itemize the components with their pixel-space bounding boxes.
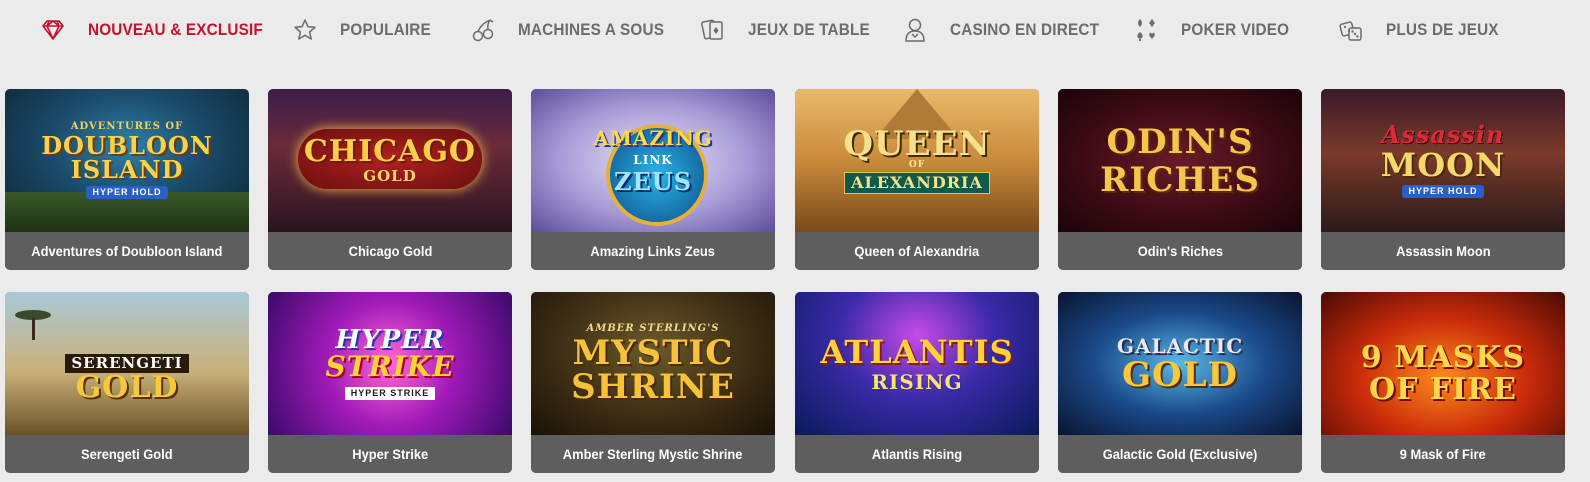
game-tile-serengeti-gold[interactable]: SERENGETI GOLD Serengeti Gold	[5, 292, 249, 473]
game-logo-text: RICHES	[1100, 159, 1260, 200]
game-logo-text: Assassin	[1381, 120, 1505, 149]
game-title: Galactic Gold (Exclusive)	[1058, 435, 1302, 473]
game-logo-text: GOLD	[363, 167, 417, 185]
game-logo-text: ALEXANDRIA	[844, 172, 990, 194]
game-tile-hyper-strike[interactable]: HYPER STRIKE HYPER STRIKE Hyper Strike	[268, 292, 512, 473]
game-thumbnail: AMBER STERLING'S MYSTIC SHRINE	[531, 292, 775, 435]
game-logo-text: ZEUS	[613, 166, 693, 196]
game-thumbnail: SERENGETI GOLD	[5, 292, 249, 435]
game-logo-text: ISLAND	[70, 155, 184, 184]
game-logo-text: QUEEN	[843, 124, 991, 164]
game-tile-queen-of-alexandria[interactable]: QUEEN OF ALEXANDRIA Queen of Alexandria	[795, 89, 1039, 270]
game-logo-text: GOLD	[75, 370, 179, 405]
game-logo-text: RISING	[871, 369, 963, 394]
game-title: Odin's Riches	[1058, 232, 1302, 270]
game-tile-assassin-moon[interactable]: Assassin MOON HYPER HOLD Assassin Moon	[1321, 89, 1565, 270]
game-logo-text: ODIN'S	[1106, 121, 1254, 162]
game-thumbnail: HYPER STRIKE HYPER STRIKE	[268, 292, 512, 435]
game-logo-text: GOLD	[1121, 354, 1239, 395]
game-thumbnail: ATLANTIS RISING	[795, 292, 1039, 435]
game-title: Chicago Gold	[268, 232, 512, 270]
game-title: Atlantis Rising	[795, 435, 1039, 473]
game-thumbnail: AMAZING LINK ZEUS	[531, 89, 775, 232]
game-title: Amazing Links Zeus	[531, 232, 775, 270]
game-thumbnail: GALACTIC GOLD	[1058, 292, 1302, 435]
game-title: Assassin Moon	[1321, 232, 1565, 270]
game-logo-text: HYPER HOLD	[86, 186, 168, 199]
game-logo-text: OF FIRE	[1368, 371, 1517, 407]
game-thumbnail: 9 MASKS OF FIRE	[1321, 292, 1565, 435]
game-logo-text: ATLANTIS	[820, 332, 1014, 371]
game-logo-text: HYPER STRIKE	[344, 387, 436, 400]
game-tile-amber-sterling-mystic-shrine[interactable]: AMBER STERLING'S MYSTIC SHRINE Amber Ste…	[531, 292, 775, 473]
game-logo-text: LINK	[633, 152, 673, 167]
game-logo-text: OF	[908, 160, 926, 170]
game-logo-text: GALACTIC	[1116, 333, 1244, 358]
game-thumbnail: QUEEN OF ALEXANDRIA	[795, 89, 1039, 232]
game-title: 9 Mask of Fire	[1321, 435, 1565, 473]
game-title: Serengeti Gold	[5, 435, 249, 473]
game-tile-9-masks-of-fire[interactable]: 9 MASKS OF FIRE 9 Mask of Fire	[1321, 292, 1565, 473]
game-logo-text: AMBER STERLING'S	[586, 322, 720, 334]
game-logo-text: MYSTIC	[572, 332, 734, 373]
game-title: Queen of Alexandria	[795, 232, 1039, 270]
game-tile-galactic-gold[interactable]: GALACTIC GOLD Galactic Gold (Exclusive)	[1058, 292, 1302, 473]
game-thumbnail: ADVENTURES OF DOUBLOON ISLAND HYPER HOLD	[5, 89, 249, 232]
game-tile-odins-riches[interactable]: ODIN'S RICHES Odin's Riches	[1058, 89, 1302, 270]
game-logo-text: HYPER HOLD	[1402, 185, 1484, 198]
game-logo-text: MOON	[1380, 146, 1506, 184]
game-grid: ADVENTURES OF DOUBLOON ISLAND HYPER HOLD…	[0, 0, 1590, 482]
game-title: Hyper Strike	[268, 435, 512, 473]
game-logo-text: SHRINE	[571, 366, 735, 407]
game-logo-text: STRIKE	[325, 350, 455, 383]
game-logo-text: 9 MASKS	[1360, 339, 1526, 375]
game-thumbnail: Assassin MOON HYPER HOLD	[1321, 89, 1565, 232]
game-tile-amazing-links-zeus[interactable]: AMAZING LINK ZEUS Amazing Links Zeus	[531, 89, 775, 270]
game-logo-text: AMAZING	[593, 125, 713, 150]
game-title: Adventures of Doubloon Island	[5, 232, 249, 270]
game-tile-chicago-gold[interactable]: CHICAGO GOLD Chicago Gold	[268, 89, 512, 270]
game-tile-atlantis-rising[interactable]: ATLANTIS RISING Atlantis Rising	[795, 292, 1039, 473]
game-thumbnail: ODIN'S RICHES	[1058, 89, 1302, 232]
game-logo-text: CHICAGO	[303, 134, 477, 169]
game-tile-adventures-of-doubloon-island[interactable]: ADVENTURES OF DOUBLOON ISLAND HYPER HOLD…	[5, 89, 249, 270]
game-thumbnail: CHICAGO GOLD	[268, 89, 512, 232]
game-title: Amber Sterling Mystic Shrine	[531, 435, 775, 473]
